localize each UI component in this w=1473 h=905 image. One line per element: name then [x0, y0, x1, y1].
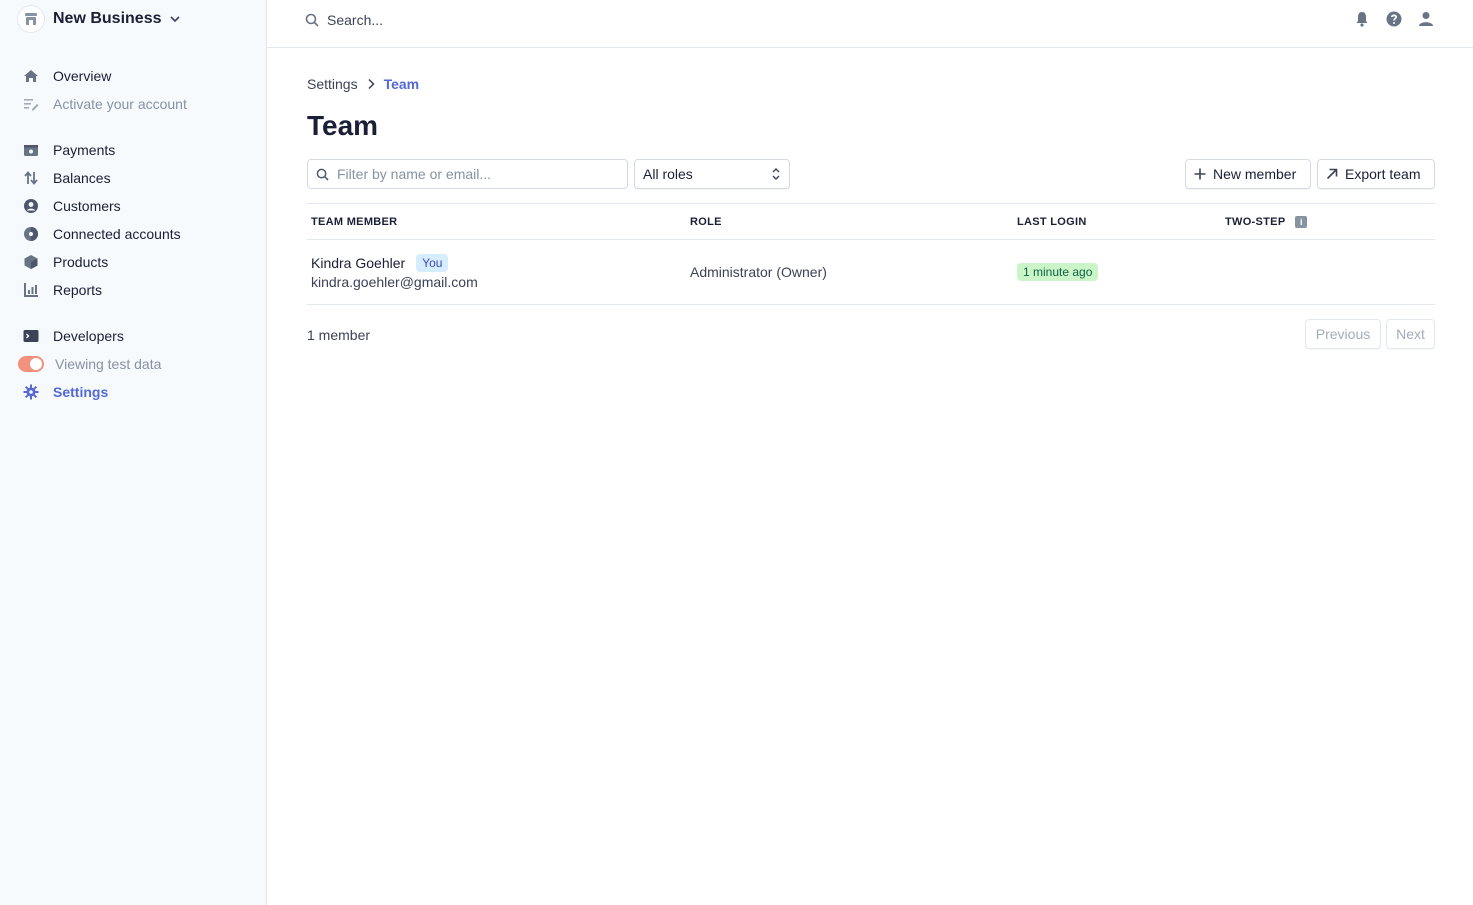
sidebar-item-label: Developers — [53, 328, 124, 344]
report-icon — [22, 281, 40, 299]
help-icon[interactable] — [1385, 10, 1403, 28]
column-header-role: ROLE — [690, 216, 722, 228]
column-header-team-member: TEAM MEMBER — [311, 216, 398, 228]
sidebar-item-overview[interactable]: Overview — [0, 62, 267, 90]
member-count: 1 member — [307, 327, 371, 343]
box-icon — [22, 253, 40, 271]
nav-group-business: Payments Balances Customers Connected ac… — [0, 136, 267, 304]
breadcrumb-current: Team — [383, 76, 420, 92]
sidebar-item-products[interactable]: Products — [0, 248, 267, 276]
sidebar-item-connected-accounts[interactable]: Connected accounts — [0, 220, 267, 248]
export-team-button[interactable]: Export team — [1317, 159, 1435, 189]
member-filter[interactable] — [307, 159, 628, 189]
sidebar-item-label: Activate your account — [53, 96, 187, 112]
sidebar-item-label: Overview — [53, 68, 112, 84]
sidebar-item-reports[interactable]: Reports — [0, 276, 267, 304]
search-icon — [305, 13, 319, 27]
page-title: Team — [307, 110, 379, 141]
terminal-icon — [22, 327, 40, 345]
sidebar-item-label: Customers — [53, 198, 121, 214]
plus-icon — [1194, 168, 1206, 180]
search-icon — [316, 168, 329, 181]
sidebar-item-settings[interactable]: Settings — [0, 378, 267, 406]
sidebar-item-label: Payments — [53, 142, 116, 158]
previous-page-button[interactable]: Previous — [1305, 319, 1381, 349]
role-select[interactable]: All roles — [634, 159, 790, 189]
last-login-badge: 1 minute ago — [1017, 263, 1099, 281]
account-switcher[interactable]: New Business — [18, 4, 181, 34]
sidebar-item-label: Reports — [53, 282, 103, 298]
select-arrows-icon — [771, 167, 781, 184]
sidebar-item-label: Settings — [53, 384, 109, 400]
info-icon[interactable]: i — [1295, 216, 1308, 228]
account-name: New Business — [53, 10, 162, 27]
role-select-value: All roles — [643, 166, 693, 182]
new-member-button[interactable]: New member — [1185, 159, 1311, 189]
top-icons — [1353, 10, 1435, 28]
globe-icon — [22, 225, 40, 243]
table-header: TEAM MEMBER ROLE LAST LOGIN TWO-STEP i — [307, 203, 1435, 240]
breadcrumb-settings[interactable]: Settings — [307, 76, 358, 92]
member-filter-input[interactable] — [337, 166, 607, 182]
table-row[interactable]: Kindra Goehler You kindra.goehler@gmail.… — [307, 240, 1435, 305]
nav-group-settings: Developers Viewing test data Settings — [0, 322, 267, 406]
column-header-last-login: LAST LOGIN — [1017, 216, 1087, 228]
member-name-cell: Kindra Goehler You — [311, 254, 449, 272]
column-header-two-step: TWO-STEP i — [1225, 216, 1308, 228]
export-team-label: Export team — [1345, 166, 1421, 182]
sidebar-item-activate[interactable]: Activate your account — [0, 90, 267, 118]
sidebar-item-label: Balances — [53, 170, 111, 186]
sidebar-item-label: Viewing test data — [55, 356, 162, 372]
edit-list-icon — [22, 95, 40, 113]
member-email: kindra.goehler@gmail.com — [311, 274, 478, 290]
you-badge: You — [416, 254, 449, 272]
next-page-button[interactable]: Next — [1386, 319, 1435, 349]
member-role: Administrator (Owner) — [690, 264, 827, 280]
sidebar: New Business Overview Activate your acco… — [0, 0, 267, 905]
sidebar-item-developers[interactable]: Developers — [0, 322, 267, 350]
chevron-down-icon — [169, 13, 181, 25]
test-mode-toggle[interactable] — [18, 356, 44, 372]
breadcrumb: Settings Team — [307, 76, 419, 92]
nav-group-main: Overview Activate your account — [0, 62, 267, 118]
sidebar-item-payments[interactable]: Payments — [0, 136, 267, 164]
sidebar-item-label: Connected accounts — [53, 226, 181, 242]
gear-icon — [22, 383, 40, 401]
sidebar-item-balances[interactable]: Balances — [0, 164, 267, 192]
wallet-icon — [22, 141, 40, 159]
sidebar-item-customers[interactable]: Customers — [0, 192, 267, 220]
column-header-label: TWO-STEP — [1225, 216, 1286, 228]
bell-icon[interactable] — [1353, 10, 1371, 28]
external-arrow-icon — [1326, 168, 1338, 180]
member-name: Kindra Goehler — [311, 255, 406, 271]
top-bar: Search... — [267, 0, 1473, 48]
arrows-icon — [22, 169, 40, 187]
search-placeholder[interactable]: Search... — [327, 12, 383, 28]
sidebar-item-label: Products — [53, 254, 109, 270]
customer-icon — [22, 197, 40, 215]
store-icon — [18, 6, 44, 32]
new-member-label: New member — [1213, 166, 1297, 182]
user-icon[interactable] — [1417, 10, 1435, 28]
sidebar-item-test-data-toggle[interactable]: Viewing test data — [0, 350, 267, 378]
global-search[interactable]: Search... — [305, 10, 383, 30]
chevron-right-icon — [366, 78, 376, 90]
team-table: TEAM MEMBER ROLE LAST LOGIN TWO-STEP i K… — [307, 203, 1435, 305]
home-icon — [22, 67, 40, 85]
